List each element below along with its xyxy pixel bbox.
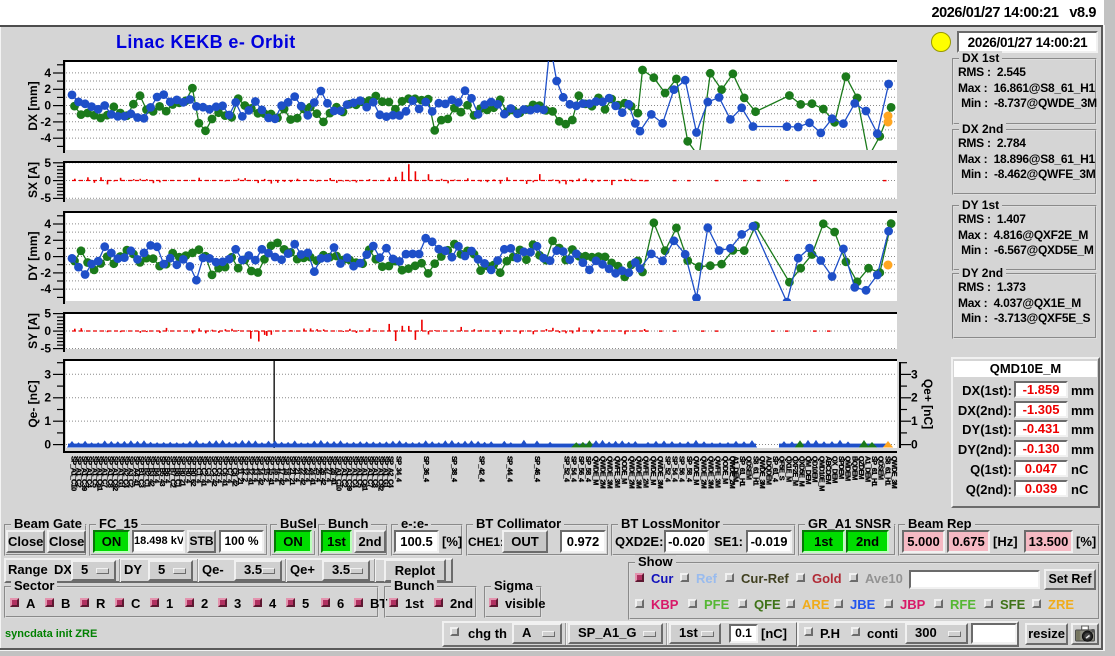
svg-text:0: 0: [44, 324, 51, 338]
svg-text:SP_34_4: SP_34_4: [395, 456, 404, 482]
svg-text:SP_38_4: SP_38_4: [450, 456, 459, 482]
svg-text:DX [mm]: DX [mm]: [26, 81, 40, 130]
svg-text:SP_A2_C4: SP_A2_C4: [387, 456, 396, 488]
svg-text:-5: -5: [40, 342, 51, 356]
svg-text:2: 2: [911, 391, 918, 405]
svg-text:1: 1: [911, 414, 918, 428]
svg-text:4: 4: [44, 217, 51, 231]
svg-text:-5: -5: [40, 191, 51, 205]
svg-text:0: 0: [44, 250, 51, 264]
svg-text:3: 3: [911, 367, 918, 381]
svg-text:-4: -4: [40, 131, 51, 145]
svg-text:0: 0: [44, 174, 51, 188]
svg-text:3: 3: [44, 367, 51, 381]
svg-text:-2: -2: [40, 115, 51, 129]
svg-text:4: 4: [44, 66, 51, 80]
svg-text:SY [A]: SY [A]: [26, 313, 40, 349]
svg-text:1: 1: [44, 414, 51, 428]
svg-text:0: 0: [44, 438, 51, 452]
svg-text:2: 2: [44, 391, 51, 405]
svg-text:-2: -2: [40, 266, 51, 280]
svg-text:Qe- [nC]: Qe- [nC]: [26, 380, 40, 427]
svg-text:Qe+ [nC]: Qe+ [nC]: [921, 379, 935, 429]
svg-text:SP_36_4: SP_36_4: [422, 456, 431, 482]
svg-text:DY [mm]: DY [mm]: [26, 231, 40, 280]
svg-text:SP_44_4: SP_44_4: [505, 456, 514, 482]
svg-text:SP_46_4: SP_46_4: [533, 456, 542, 482]
svg-text:2: 2: [44, 82, 51, 96]
svg-text:5: 5: [44, 156, 51, 170]
svg-text:0: 0: [911, 438, 918, 452]
svg-text:SX [A]: SX [A]: [26, 162, 40, 198]
svg-text:QWDE_3M: QWDE_3M: [890, 456, 899, 489]
svg-text:-4: -4: [40, 282, 51, 296]
svg-text:0: 0: [44, 99, 51, 113]
svg-text:2: 2: [44, 233, 51, 247]
svg-text:SP_42_4: SP_42_4: [478, 456, 487, 482]
svg-text:5: 5: [44, 307, 51, 321]
